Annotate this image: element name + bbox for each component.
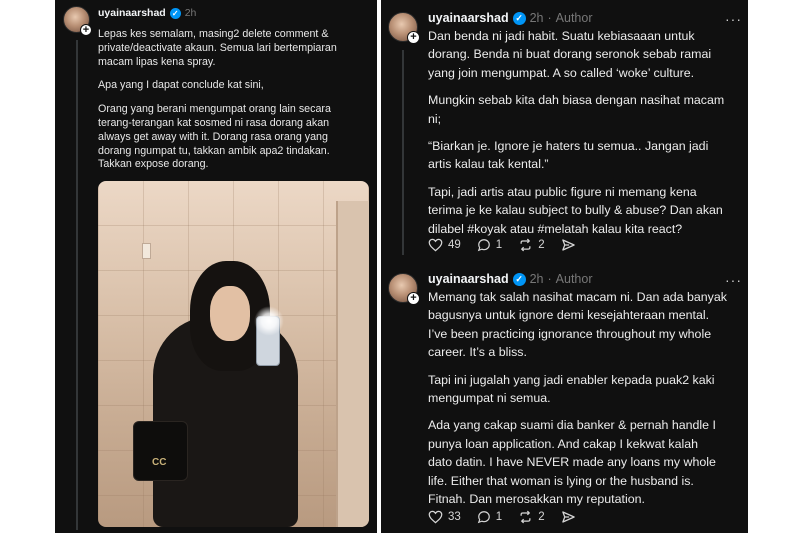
light-switch [142,243,151,259]
reply-count: 1 [495,511,503,523]
author-badge: Author [555,272,593,286]
follow-plus-icon[interactable]: + [407,292,420,305]
post-time: 2h [529,272,544,286]
like-button[interactable]: 33 [428,510,461,524]
like-count: 33 [448,511,461,523]
comment-icon [477,239,490,252]
paragraph: Lepas kes semalam, masing2 delete commen… [98,28,337,68]
separator-dot: · [547,272,552,286]
paragraph: “Biarkan je. Ignore je haters tu semua..… [428,139,709,172]
follow-plus-icon[interactable]: + [80,24,92,36]
paragraph: Dan benda ni jadi habit. Suatu kebiasaaa… [428,29,712,80]
verified-badge-icon: ✓ [512,11,526,25]
thread-line [402,50,404,255]
post-time: 2h [184,7,197,19]
post-body: Lepas kes semalam, masing2 delete commen… [98,28,337,182]
repost-icon [520,238,531,252]
send-icon [561,511,575,523]
action-bar: 33 1 2 [428,510,592,524]
action-bar: 49 1 2 [428,238,592,252]
repost-button[interactable]: 2 [518,238,545,252]
separator-dot: · [547,11,552,25]
repost-count: 2 [538,511,545,523]
share-button[interactable] [561,510,576,524]
author-badge: Author [555,11,593,25]
more-options-icon[interactable]: ··· [725,12,742,26]
post-header: uyainaarshad ✓ 2h · Author [428,10,593,26]
post-time: 2h [529,11,544,25]
camera-flash [254,306,284,336]
paragraph: Mungkin sebab kita dah biasa dengan nasi… [428,93,725,126]
like-count: 49 [448,239,461,251]
post-header: uyainaarshad ✓ 2h [98,5,196,21]
verified-badge-icon: ✓ [169,7,181,19]
paragraph: Memang tak salah nasihat macam ni. Dan a… [428,290,727,360]
reply-count: 1 [495,239,503,251]
door [336,201,369,527]
repost-icon [520,510,531,524]
paragraph: Orang yang berani mengumpat orang lain s… [98,103,331,171]
paragraph: Tapi, jadi artis atau public figure ni m… [428,184,723,236]
reply-button[interactable]: 1 [477,510,502,524]
more-options-icon[interactable]: ··· [725,273,742,287]
heart-icon [428,510,443,524]
heart-icon [428,238,443,252]
reply-button[interactable]: 1 [477,238,502,252]
right-thread-panel: + uyainaarshad ✓ 2h · Author ··· Dan ben… [381,0,748,533]
send-icon [561,239,575,251]
post-photo[interactable]: CC [98,181,369,527]
handbag [133,421,188,481]
post-body: Dan benda ni jadi habit. Suatu kebiasaaa… [428,27,724,247]
share-button[interactable] [561,238,576,252]
paragraph: Tapi ini jugalah yang jadi enabler kepad… [428,372,715,406]
left-post-panel: + uyainaarshad ✓ 2h Lepas kes semalam, m… [55,0,377,533]
post-header: uyainaarshad ✓ 2h · Author [428,271,593,287]
person-face [210,286,250,341]
repost-count: 2 [538,239,545,251]
comment-icon [477,511,490,524]
follow-plus-icon[interactable]: + [407,31,420,44]
like-button[interactable]: 49 [428,238,461,252]
paragraph: Ada yang cakap suami dia banker & pernah… [428,418,716,507]
username[interactable]: uyainaarshad [428,272,509,286]
bag-logo: CC [152,457,167,468]
post-body: Memang tak salah nasihat macam ni. Dan a… [428,288,727,517]
paragraph: Apa yang I dapat conclude kat sini, [98,79,264,92]
thread-line [76,40,78,530]
username[interactable]: uyainaarshad [428,11,509,25]
repost-button[interactable]: 2 [518,510,545,524]
username[interactable]: uyainaarshad [98,7,166,19]
verified-badge-icon: ✓ [512,272,526,286]
